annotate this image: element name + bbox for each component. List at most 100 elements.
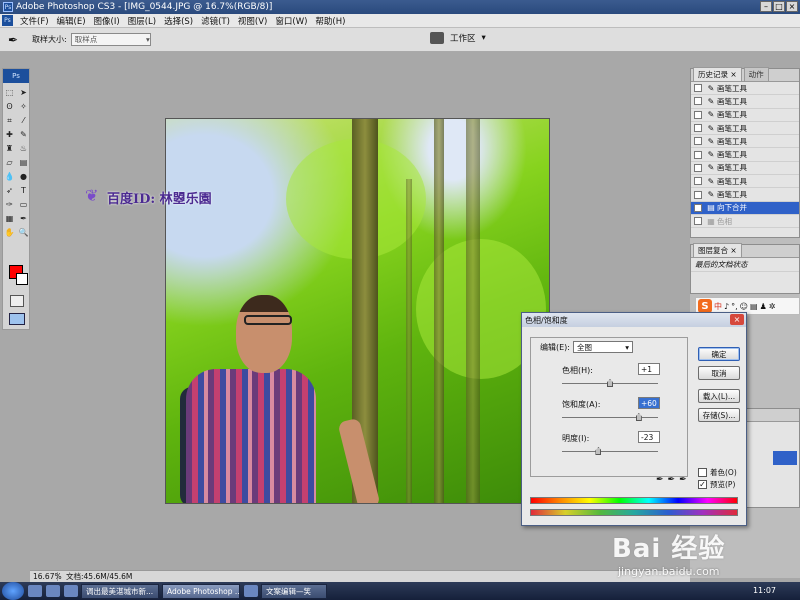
clone-stamp-icon[interactable]: ♜ (3, 142, 16, 155)
history-item[interactable]: ✎ 画笔工具 (691, 188, 799, 202)
history-item[interactable]: ✎ 画笔工具 (691, 95, 799, 109)
colorize-row[interactable]: 着色(O) (698, 467, 737, 478)
menu-view[interactable]: 视图(V) (234, 15, 271, 27)
task-camera-icon[interactable] (244, 585, 258, 597)
ime-user-icon[interactable]: ♟ (760, 302, 767, 311)
shape-tool-icon[interactable]: ▭ (17, 198, 30, 211)
slice-tool-icon[interactable]: ⁄ (17, 114, 30, 127)
minimize-icon[interactable]: – (760, 1, 772, 12)
history-item-dimmed[interactable]: ▦ 色相 (691, 215, 799, 229)
marquee-tool-icon[interactable]: ⬚ (3, 86, 16, 99)
blur-tool-icon[interactable]: 💧 (3, 170, 16, 183)
snapshot-checkbox[interactable] (694, 137, 702, 146)
task-browser[interactable]: 调出最美湛城市新... (81, 583, 159, 599)
eyedropper-minus-icon[interactable]: ✒ (679, 475, 687, 485)
snapshot-checkbox[interactable] (694, 217, 702, 226)
close-icon[interactable]: × (730, 314, 744, 325)
quicklaunch-folder-icon[interactable] (46, 585, 60, 597)
menu-window[interactable]: 窗口(W) (271, 15, 311, 27)
menu-help[interactable]: 帮助(H) (311, 15, 349, 27)
menu-edit[interactable]: 编辑(E) (53, 15, 90, 27)
hand-tool-icon[interactable]: ✋ (3, 226, 16, 239)
lightness-track[interactable] (562, 451, 658, 452)
healing-brush-icon[interactable]: ✚ (3, 128, 16, 141)
gradient-tool-icon[interactable]: ▤ (17, 156, 30, 169)
document-canvas[interactable] (165, 118, 550, 504)
eyedropper-icon[interactable]: ✒ (4, 31, 22, 49)
doc-size[interactable]: 文档:45.6M/45.6M (58, 571, 132, 582)
zoom-level[interactable]: 16.67% (30, 572, 62, 581)
history-item[interactable]: ✎ 画笔工具 (691, 148, 799, 162)
snapshot-checkbox[interactable] (694, 203, 702, 212)
quicklaunch-ie-icon[interactable] (28, 585, 42, 597)
snapshot-checkbox[interactable] (694, 97, 702, 106)
selected-layer-thumb[interactable] (773, 451, 797, 465)
dodge-tool-icon[interactable]: ● (17, 170, 30, 183)
tab-history[interactable]: 历史记录 × (693, 67, 742, 81)
task-photoshop[interactable]: Adobe Photoshop ... (162, 583, 240, 599)
sogou-logo-icon[interactable]: S (698, 299, 712, 313)
colorize-checkbox[interactable] (698, 468, 707, 477)
hue-input[interactable]: +1 (638, 363, 660, 375)
history-item[interactable]: ✎ 画笔工具 (691, 122, 799, 136)
saturation-input[interactable]: +60 (638, 397, 660, 409)
history-item-selected[interactable]: ▤ 向下合并 (691, 201, 799, 215)
saturation-track[interactable] (562, 417, 658, 418)
zoom-tool-icon[interactable]: 🔍 (17, 226, 30, 239)
path-selection-icon[interactable]: ➶ (3, 184, 16, 197)
save-button[interactable]: 存储(S)... (698, 408, 740, 422)
ime-keyboard-icon[interactable]: ▤ (750, 302, 758, 311)
lasso-tool-icon[interactable]: ʘ (3, 100, 16, 113)
history-item[interactable]: ✎ 画笔工具 (691, 109, 799, 122)
snapshot-checkbox[interactable] (694, 124, 702, 133)
sample-size-select[interactable]: 取样点 ▾ (70, 33, 151, 46)
cancel-button[interactable]: 取消 (698, 366, 740, 380)
menu-filter[interactable]: 滤镜(T) (197, 15, 234, 27)
pen-tool-icon[interactable]: ✑ (3, 198, 16, 211)
background-color-swatch[interactable] (16, 273, 28, 285)
screen-mode-icon[interactable] (9, 313, 25, 325)
eraser-tool-icon[interactable]: ▱ (3, 156, 16, 169)
snapshot-checkbox[interactable] (694, 163, 702, 172)
history-item[interactable]: ✎ 画笔工具 (691, 135, 799, 149)
tab-layer-comps[interactable]: 图层复合 × (693, 243, 742, 257)
history-item[interactable]: ✎ 画笔工具 (691, 82, 799, 96)
close-icon[interactable]: × (786, 1, 798, 12)
eyedropper-plus-icon[interactable]: ✒ (668, 475, 676, 485)
dialog-title-bar[interactable]: 色相/饱和度 × (522, 313, 746, 327)
lightness-input[interactable]: -23 (638, 431, 660, 443)
menu-select[interactable]: 选择(S) (160, 15, 197, 27)
ime-punct-icon[interactable]: °, (731, 302, 738, 311)
snapshot-checkbox[interactable] (694, 110, 702, 119)
menu-layer[interactable]: 图层(L) (124, 15, 160, 27)
snapshot-checkbox[interactable] (694, 177, 702, 186)
maximize-icon[interactable]: □ (773, 1, 785, 12)
workspace-menu[interactable]: 工作区 ▾ (430, 32, 486, 44)
type-tool-icon[interactable]: T (17, 184, 30, 197)
quicklaunch-media-icon[interactable] (64, 585, 78, 597)
quick-mask-icon[interactable] (10, 295, 24, 307)
eyedropper-icon[interactable]: ✒ (656, 475, 664, 485)
magic-wand-icon[interactable]: ✧ (17, 100, 30, 113)
photoshop-menu-icon[interactable]: Ps (2, 15, 13, 26)
brush-tool-icon[interactable]: ✎ (17, 128, 30, 141)
notes-tool-icon[interactable]: ▦ (3, 212, 16, 225)
layer-comp-item[interactable]: 最后的文档状态 (691, 258, 799, 272)
snapshot-checkbox[interactable] (694, 150, 702, 159)
eyedropper-tool-icon[interactable]: ✒ (17, 212, 30, 225)
history-item[interactable]: ✎ 画笔工具 (691, 162, 799, 176)
ime-chinese-icon[interactable]: 中 (714, 301, 722, 312)
ok-button[interactable]: 确定 (698, 347, 740, 361)
preview-row[interactable]: ✓ 预览(P) (698, 479, 735, 490)
move-tool-icon[interactable]: ➤ (17, 86, 30, 99)
ime-settings-icon[interactable]: ✲ (769, 302, 776, 311)
snapshot-checkbox[interactable] (694, 84, 702, 93)
start-button-icon[interactable] (2, 582, 24, 600)
ime-emoji-icon[interactable]: ☺ (740, 302, 748, 311)
history-brush-icon[interactable]: ♨ (17, 142, 30, 155)
menu-file[interactable]: 文件(F) (16, 15, 53, 27)
history-item[interactable]: ✎ 画笔工具 (691, 175, 799, 189)
preview-checkbox[interactable]: ✓ (698, 480, 707, 489)
edit-select[interactable]: 全图 ▾ (573, 341, 633, 353)
camera-icon[interactable] (430, 32, 444, 44)
